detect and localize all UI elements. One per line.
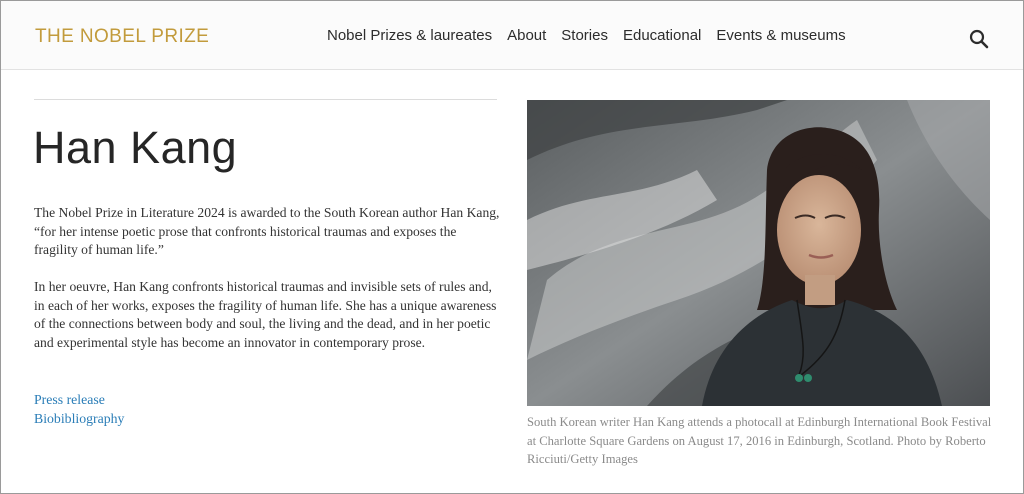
section-divider: [34, 99, 497, 100]
laureate-portrait-image: [527, 100, 990, 406]
press-release-link[interactable]: Press release: [34, 390, 124, 409]
nav-events-museums[interactable]: Events & museums: [716, 27, 845, 44]
top-navigation-bar: THE NOBEL PRIZE Nobel Prizes & laureates…: [1, 1, 1023, 70]
search-icon: [969, 29, 989, 49]
nav-about[interactable]: About: [507, 27, 546, 44]
main-nav: Nobel Prizes & laureates About Stories E…: [327, 27, 861, 44]
related-links: Press release Biobibliography: [34, 390, 124, 428]
laureate-photo: [527, 100, 990, 406]
search-button[interactable]: [967, 27, 991, 51]
laureate-name: Han Kang: [33, 122, 238, 173]
nav-stories[interactable]: Stories: [561, 27, 608, 44]
prize-motivation-paragraph: The Nobel Prize in Literature 2024 is aw…: [34, 205, 500, 257]
nav-nobel-prizes-laureates[interactable]: Nobel Prizes & laureates: [327, 27, 492, 44]
site-logo[interactable]: THE NOBEL PRIZE: [35, 26, 209, 48]
laureate-summary-paragraph: In her oeuvre, Han Kang confronts histor…: [34, 279, 497, 350]
nav-educational[interactable]: Educational: [623, 27, 701, 44]
biobibliography-link[interactable]: Biobibliography: [34, 409, 124, 428]
photo-caption: South Korean writer Han Kang attends a p…: [527, 415, 992, 466]
